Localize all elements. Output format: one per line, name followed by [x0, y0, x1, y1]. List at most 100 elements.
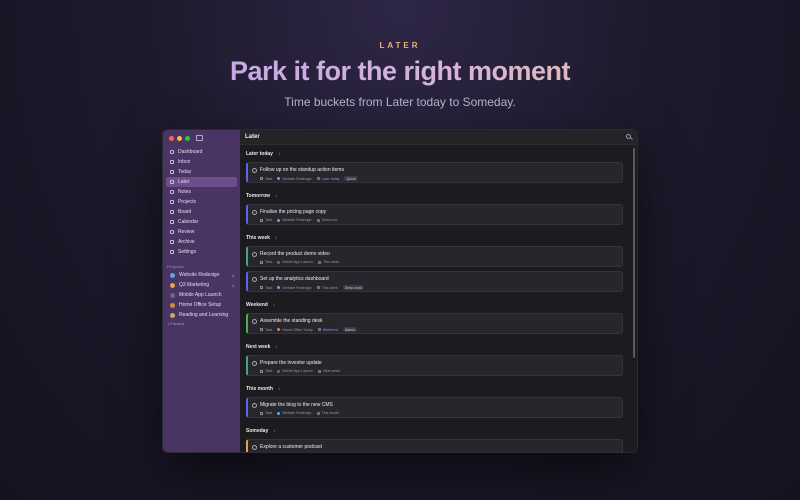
task-checkbox[interactable] [252, 403, 257, 408]
task-card[interactable]: Follow up on the standup action items Tas… [246, 162, 623, 183]
project-icon [277, 286, 281, 289]
sidebar-project-label: Q3 Marketing [179, 282, 210, 288]
task-when[interactable]: Weekend [317, 328, 338, 332]
sidebar-project-mobile-app-launch[interactable]: Mobile App Launch [166, 290, 237, 300]
sidebar-item-label: Archive [178, 239, 195, 245]
task-card[interactable]: Assemble the standing desk Task Home Offic… [246, 313, 623, 334]
clock-icon [316, 411, 320, 415]
sidebar-item-label: Review [178, 229, 195, 235]
task-checkbox[interactable] [252, 210, 257, 215]
task-tag[interactable]: Deep work [342, 285, 364, 290]
task-card[interactable]: Set up the analytics dashboard Task Websit… [246, 271, 623, 292]
task-checkbox[interactable] [252, 277, 257, 282]
scrollbar[interactable] [633, 148, 635, 358]
sidebar-project-q3-marketing[interactable]: Q3 Marketing 4 [166, 280, 237, 290]
sidebar-item-archive[interactable]: Archive [166, 237, 237, 247]
task-type-label: Task [265, 285, 273, 290]
task-title: Migrate the blog to the new CMS [260, 402, 333, 408]
task-card[interactable]: Finalise the pricing page copy Task Websit… [246, 204, 623, 225]
task-project[interactable]: Home Office Setup [277, 328, 313, 332]
sidebar-item-review[interactable]: Review [166, 227, 237, 237]
task-when[interactable]: This month [316, 411, 339, 415]
task-tag[interactable]: Admin [342, 327, 357, 332]
task-checkbox[interactable] [252, 319, 257, 324]
paused-projects-link[interactable]: 1 Paused [167, 321, 184, 326]
sidebar-item-dashboard[interactable]: Dashboard [166, 147, 237, 157]
task-project[interactable]: Website Redesign [277, 286, 312, 290]
clock-icon [317, 260, 321, 264]
task-type-label: Task [265, 176, 273, 181]
bucket-section: Someday 1 Explore a customer podcast [246, 426, 623, 452]
task-project-label: Mobile App Launch [282, 260, 313, 264]
sidebar-project-reading-and-learning[interactable]: Reading and Learning [166, 310, 237, 320]
sidebar-item-calendar[interactable]: Calendar [166, 217, 237, 227]
close-window-button[interactable] [169, 136, 174, 141]
maximize-window-button[interactable] [185, 136, 190, 141]
task-when[interactable]: Next week [317, 369, 340, 373]
task-card[interactable]: Migrate the blog to the new CMS Task Websi… [246, 397, 623, 418]
task-tag[interactable]: Quick [344, 176, 358, 181]
bucket-count: 1 [272, 302, 276, 307]
board-icon [170, 210, 174, 214]
task-card[interactable]: Record the product demo video Task Mobile … [246, 246, 623, 267]
today-icon [170, 170, 174, 174]
task-checkbox[interactable] [252, 168, 257, 173]
task-checkbox[interactable] [252, 445, 257, 450]
bucket-count: 1 [277, 151, 281, 156]
task-project-label: Website Redesign [282, 218, 312, 222]
bucket-name: Someday [246, 427, 269, 434]
bucket-count: 2 [274, 235, 278, 240]
project-count-badge: 4 [231, 272, 234, 278]
archive-icon [170, 240, 174, 244]
task-project[interactable]: Website Redesign [277, 177, 312, 181]
task-card[interactable]: Prepare the investor update Task Mobile Ap… [246, 355, 623, 376]
task-project[interactable]: Mobile App Launch [277, 260, 313, 264]
sidebar-item-settings[interactable]: Settings [166, 247, 237, 257]
sidebar-project-home-office-setup[interactable]: Home Office Setup [166, 300, 237, 310]
project-icon [170, 302, 175, 308]
task-when[interactable]: This week [317, 260, 340, 264]
search-icon[interactable] [626, 134, 631, 139]
bucket-section: Next week 1 Prepare the investor update Tas… [246, 342, 623, 376]
task-project[interactable]: Website Redesign [277, 411, 312, 415]
task-meta: Task Website Redesign Tomorrow [260, 218, 337, 222]
task-type: Task [260, 411, 272, 415]
sidebar-item-notes[interactable]: Notes [166, 187, 237, 197]
sidebar-item-board[interactable]: Board [166, 207, 237, 217]
projects-section-label: Projects [167, 264, 184, 269]
task-when-label: Next week [322, 369, 340, 373]
project-icon [170, 282, 175, 288]
task-when[interactable]: Tomorrow [316, 218, 338, 222]
bucket-name: Next week [246, 343, 271, 350]
sidebar-project-label: Mobile App Launch [179, 292, 222, 298]
page-title: Later [240, 130, 637, 145]
settings-icon [170, 250, 174, 254]
task-card[interactable]: Explore a customer podcast [246, 439, 623, 452]
sidebar-toggle-icon[interactable] [196, 135, 203, 141]
sidebar-item-label: Dashboard [178, 149, 203, 155]
task-when[interactable]: This week [316, 286, 338, 290]
sidebar-item-later[interactable]: Later [166, 177, 237, 187]
sidebar-item-label: Notes [178, 189, 192, 195]
sidebar-item-today[interactable]: Today [166, 167, 237, 177]
sidebar-item-label: Settings [178, 249, 197, 255]
task-meta: Task Mobile App Launch This week [260, 260, 339, 264]
bucket-name: This month [246, 385, 273, 392]
task-project[interactable]: Website Redesign [277, 218, 312, 222]
sidebar-item-projects[interactable]: Projects [166, 197, 237, 207]
task-when[interactable]: Later today [316, 177, 339, 181]
window-controls [169, 136, 190, 141]
bucket-name: Tomorrow [246, 192, 271, 199]
bucket-heading: Next week 1 [246, 342, 623, 351]
task-project[interactable]: Mobile App Launch [277, 369, 313, 373]
sidebar-item-inbox[interactable]: Inbox [166, 157, 237, 167]
task-type-icon [260, 286, 263, 289]
sidebar-project-website-redesign[interactable]: Website Redesign 4 [166, 270, 237, 280]
task-checkbox[interactable] [252, 361, 257, 366]
task-type-label: Task [265, 369, 273, 373]
minimize-window-button[interactable] [177, 136, 182, 141]
task-when-label: Tomorrow [321, 218, 338, 222]
task-checkbox[interactable] [252, 252, 257, 257]
bucket-section: This month 1 Migrate the blog to the new C… [246, 384, 623, 418]
task-when-label: This week [322, 260, 340, 264]
